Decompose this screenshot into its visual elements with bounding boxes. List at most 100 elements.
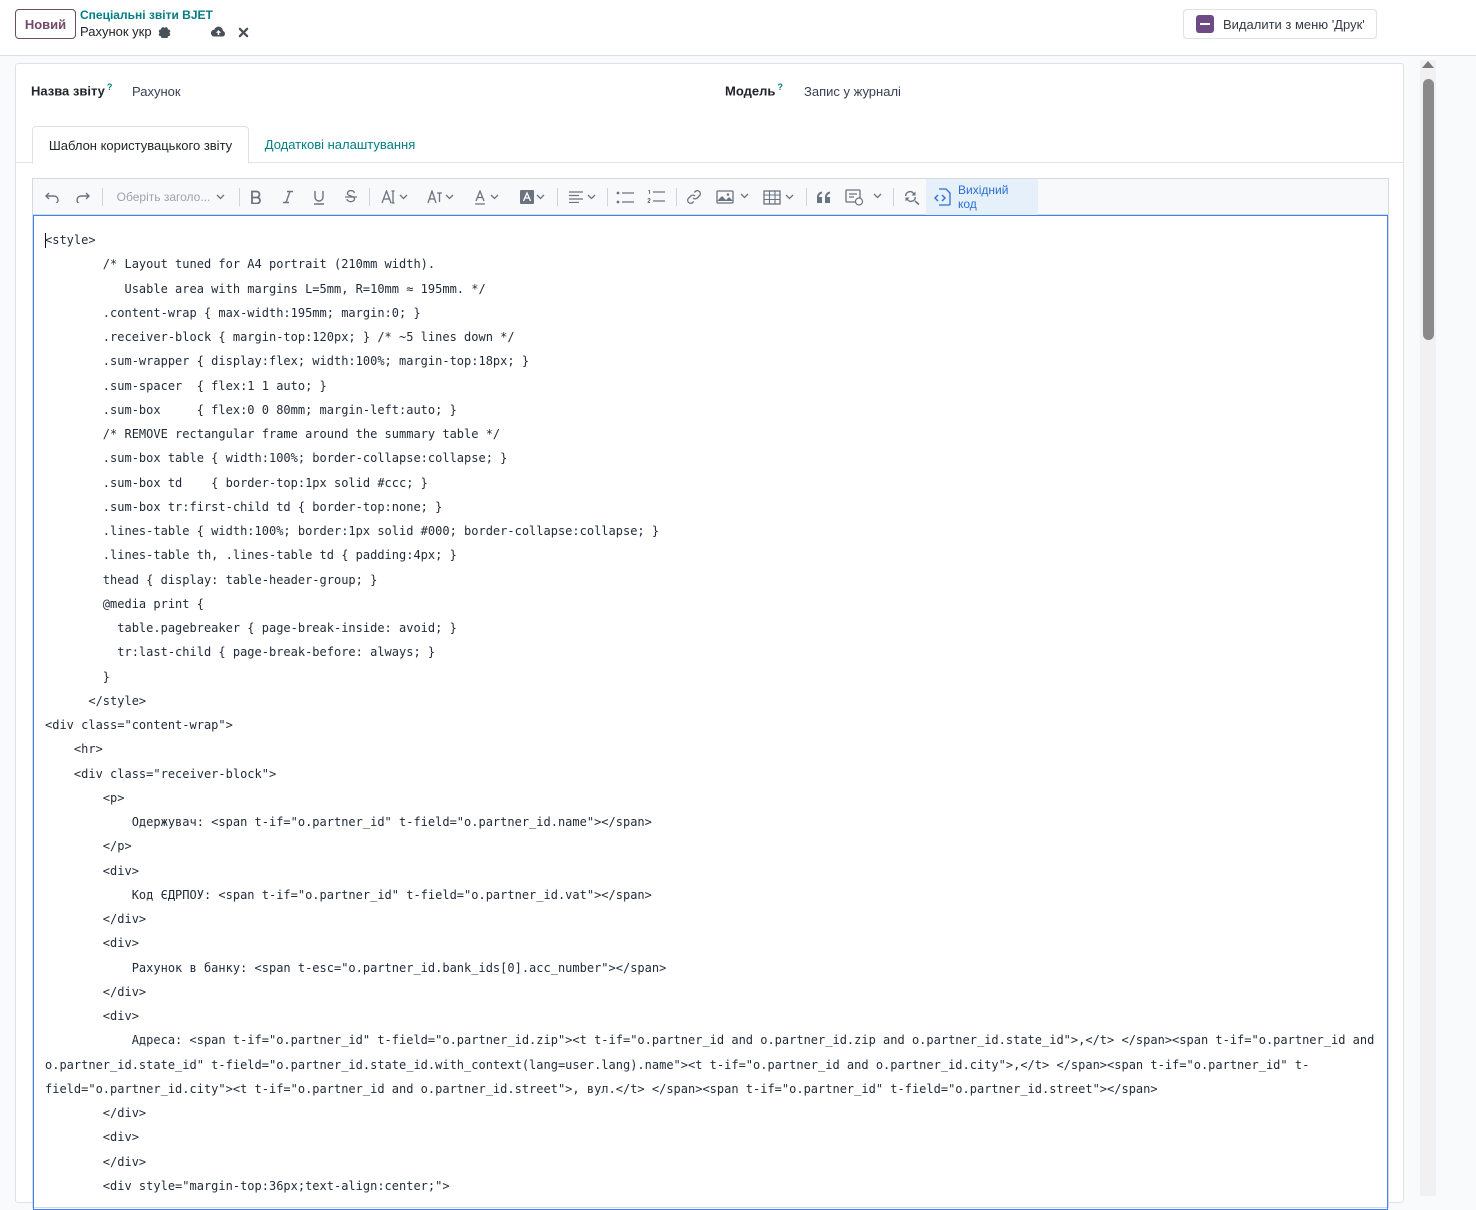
notebook-tabs: Шаблон користувацького звіту Додаткові н… (16, 126, 1403, 164)
code-line: .sum-box table { width:100%; border-coll… (45, 451, 508, 466)
code-line: Одержувач: <span t-if="o.partner_id" t-f… (45, 815, 652, 829)
gear-icon[interactable] (158, 25, 171, 38)
code-line: tr:last-child { page-break-before: alway… (45, 645, 436, 660)
source-code-icon (934, 188, 952, 206)
code-line: field="o.partner_id.city"><t t-if="o.par… (45, 1081, 1158, 1096)
table-icon (763, 189, 797, 205)
bullet-list-icon (616, 191, 634, 204)
report-name-field[interactable]: Рахунок (132, 84, 181, 99)
find-replace-icon (902, 189, 920, 205)
background-color-button[interactable] (516, 179, 552, 215)
editor-toolbar: Оберіть заголо... Вихідний код (33, 179, 1388, 215)
code-line: table.pagebreaker { page-break-inside: a… (45, 621, 457, 635)
help-tooltip-report-name[interactable]: ? (107, 82, 113, 92)
code-line: /* REMOVE rectangular frame around the s… (45, 427, 501, 441)
breadcrumb-current: Рахунок укр (80, 24, 171, 39)
scroll-up-arrow-icon[interactable] (1422, 61, 1434, 68)
code-line: .sum-spacer { flex:1 1 auto; } (45, 378, 327, 393)
font-size-button[interactable] (376, 179, 414, 215)
code-line: Usable area with margins L=5mm, R=10mm ≈… (45, 281, 486, 296)
undo-button[interactable] (41, 179, 63, 215)
html-editor: Оберіть заголо... Вихідний код <style> /… (32, 178, 1389, 1210)
minus-square-icon (1196, 15, 1214, 33)
italic-button[interactable] (278, 179, 298, 215)
numbered-list-icon (647, 190, 665, 204)
code-line: Адреса: <span t-if="o.partner_id" t-fiel… (45, 1033, 1375, 1048)
code-line: } (45, 669, 111, 684)
tab-additional-settings[interactable]: Додаткові налаштування (249, 126, 431, 163)
strikethrough-icon (344, 190, 358, 204)
heading-select[interactable]: Оберіть заголо... (112, 179, 230, 215)
text-color-icon (474, 189, 502, 205)
underline-icon (312, 190, 326, 205)
code-line: <div> (45, 863, 139, 878)
code-line: /* Layout tuned for A4 portrait (210mm w… (45, 257, 436, 272)
source-code-label: Вихідний код (958, 183, 1009, 211)
code-line: <div class="content-wrap"> (45, 718, 233, 732)
code-line: <div> (45, 1130, 139, 1145)
align-left-icon (568, 191, 598, 203)
code-line: thead { display: table-header-group; } (45, 572, 378, 587)
bold-icon (249, 190, 263, 204)
font-style-icon (427, 190, 455, 204)
bold-button[interactable] (246, 179, 266, 215)
strikethrough-button[interactable] (341, 179, 361, 215)
code-line: </div> (45, 984, 147, 999)
code-line: Рахунок в банку: <span t-esc="o.partner_… (45, 960, 667, 975)
font-size-icon (381, 190, 409, 204)
heading-select-label: Оберіть заголо... (116, 190, 211, 204)
bullet-list-button[interactable] (614, 179, 636, 215)
quote-icon (816, 191, 832, 203)
code-line: <div> (45, 1009, 139, 1023)
code-line: Код ЄДРПОУ: <span t-if="o.partner_id" t-… (45, 887, 652, 902)
record-title: Рахунок укр (80, 24, 152, 39)
text-color-button[interactable] (470, 179, 506, 215)
code-line: .sum-box td { border-top:1px solid #ccc;… (45, 475, 428, 490)
background-color-icon (520, 190, 548, 204)
numbered-list-button[interactable] (645, 179, 667, 215)
code-line: @media print { (45, 596, 204, 611)
code-line: <div class="receiver-block"> (45, 766, 277, 781)
find-replace-button[interactable] (899, 179, 923, 215)
model-field[interactable]: Запис у журналі (804, 84, 901, 99)
model-label: Модель? (725, 82, 783, 99)
insert-media-button[interactable] (843, 179, 885, 215)
source-code-button[interactable]: Вихідний код (926, 179, 1038, 215)
code-line: .sum-box tr:first-child td { border-top:… (45, 499, 443, 514)
link-icon (686, 189, 702, 205)
code-line: <p> (45, 790, 125, 805)
code-line: </p> (45, 839, 132, 854)
code-line: .lines-table th, .lines-table td { paddi… (45, 548, 457, 563)
cloud-upload-icon[interactable] (210, 24, 226, 40)
code-line: .content-wrap { max-width:195mm; margin:… (45, 305, 421, 320)
undo-icon (44, 191, 60, 203)
remove-print-menu-button[interactable]: Видалити з меню 'Друк' (1183, 9, 1377, 39)
source-code-textarea[interactable]: <style> /* Layout tuned for A4 portrait … (33, 215, 1388, 1210)
breadcrumb-parent[interactable]: Спеціальні звіти BJET (80, 8, 213, 22)
align-button[interactable] (565, 179, 601, 215)
chevron-down-icon (216, 194, 225, 200)
font-style-button[interactable] (422, 179, 460, 215)
form-sheet: Назва звіту? Рахунок Модель? Запис у жур… (15, 63, 1404, 1210)
insert-table-button[interactable] (761, 179, 799, 215)
remove-print-menu-label: Видалити з меню 'Друк' (1223, 16, 1365, 32)
underline-button[interactable] (309, 179, 329, 215)
code-line: <hr> (45, 742, 103, 757)
image-icon (716, 189, 750, 205)
code-line: <div style="margin-top:36px;text-align:c… (45, 1178, 450, 1193)
code-line: .sum-wrapper { display:flex; width:100%;… (45, 354, 530, 369)
new-button[interactable]: Новий (15, 9, 76, 39)
tab-report-template[interactable]: Шаблон користувацького звіту (32, 126, 249, 164)
link-button[interactable] (683, 179, 705, 215)
report-name-label: Назва звіту? (31, 82, 113, 99)
redo-button[interactable] (72, 179, 94, 215)
blockquote-button[interactable] (813, 179, 835, 215)
code-line: <style> (45, 233, 96, 247)
code-line: o.partner_id.state_id" t-field="o.partne… (45, 1057, 1310, 1072)
help-tooltip-model[interactable]: ? (777, 82, 783, 92)
insert-image-button[interactable] (713, 179, 753, 215)
italic-icon (281, 190, 295, 204)
scrollbar-thumb[interactable] (1423, 79, 1434, 340)
close-icon[interactable] (235, 24, 251, 40)
redo-icon (75, 191, 91, 203)
